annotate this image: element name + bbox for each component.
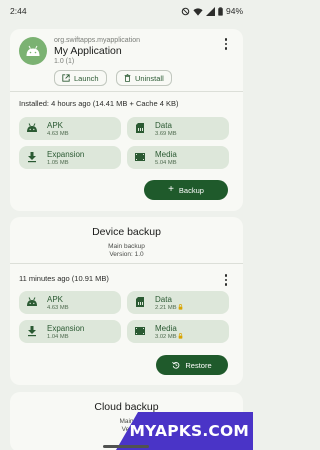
device-backup-version: Version: 1.0 (109, 251, 144, 258)
ring-icon (181, 7, 190, 15)
status-time: 2:44 (10, 6, 27, 16)
lock-icon (178, 304, 183, 310)
divider (10, 91, 243, 92)
tile-name: APK (47, 295, 64, 304)
expansion-tile[interactable]: Expansion 1.04 MB (19, 320, 121, 343)
installed-info: Installed: 4 hours ago (14.41 MB + Cache… (19, 99, 179, 108)
tile-size: 4.63 MB (47, 131, 69, 137)
media-tile[interactable]: Media 3.02 MB (127, 320, 229, 343)
tile-name: Data (155, 121, 172, 130)
app-more-menu-icon[interactable] (220, 37, 232, 51)
uninstall-button[interactable]: Uninstall (116, 70, 172, 86)
tile-size-row: 3.02 MB (155, 333, 183, 341)
wifi-icon (193, 7, 203, 16)
signal-icon (205, 6, 215, 16)
launch-button[interactable]: Launch (54, 70, 107, 86)
data-file-icon (136, 297, 144, 307)
download-icon (28, 326, 36, 337)
restore-label: Restore (185, 360, 212, 370)
tile-name: Data (155, 295, 172, 304)
status-bar: 2:44 94% (0, 0, 253, 22)
tile-name: Media (155, 150, 177, 159)
tile-size-row: 2.21 MB (155, 304, 183, 312)
tile-name: APK (47, 121, 64, 130)
device-backup-title: Device backup (92, 226, 161, 238)
tile-size: 2.21 MB (155, 305, 177, 311)
app-version: 1.0 (1) (54, 58, 75, 65)
data-file-icon (136, 123, 144, 133)
uninstall-label: Uninstall (135, 73, 164, 83)
restore-icon (172, 361, 180, 369)
divider (10, 263, 243, 264)
restore-button[interactable]: Restore (156, 355, 228, 375)
lock-icon (178, 333, 183, 339)
media-tile[interactable]: Media 5.04 MB (127, 146, 229, 169)
launch-icon (62, 74, 70, 82)
launch-label: Launch (74, 73, 99, 83)
tile-size: 4.63 MB (47, 305, 69, 311)
tile-size: 3.69 MB (155, 131, 177, 137)
tile-name: Expansion (47, 150, 85, 159)
cloud-backup-title: Cloud backup (94, 401, 159, 413)
tile-size: 1.05 MB (47, 160, 69, 166)
navigation-handle[interactable] (103, 445, 149, 448)
android-icon (27, 297, 37, 306)
download-icon (28, 152, 36, 163)
battery-icon (218, 6, 223, 16)
data-tile[interactable]: Data 3.69 MB (127, 117, 229, 140)
tile-size: 3.02 MB (155, 334, 177, 340)
tile-name: Media (155, 324, 177, 333)
app-name: My Application (54, 45, 122, 57)
app-card: org.swiftapps.myapplication My Applicati… (10, 29, 243, 211)
device-backup-info: 11 minutes ago (10.91 MB) (19, 274, 109, 283)
media-icon (135, 153, 145, 161)
status-icons: 94% (181, 6, 243, 16)
backup-label: Backup (178, 185, 204, 195)
device-backup-card: Device backup Main backup Version: 1.0 1… (10, 217, 243, 385)
plus-icon: + (168, 184, 174, 195)
apk-tile[interactable]: APK 4.63 MB (19, 117, 121, 140)
trash-icon (124, 74, 131, 82)
media-icon (135, 327, 145, 335)
backup-button[interactable]: + Backup (144, 180, 228, 200)
tile-size: 5.04 MB (155, 160, 177, 166)
expansion-tile[interactable]: Expansion 1.05 MB (19, 146, 121, 169)
battery-level: 94% (225, 6, 243, 16)
tile-size: 1.04 MB (47, 334, 69, 340)
apk-tile[interactable]: APK 4.63 MB (19, 291, 121, 314)
android-icon (27, 123, 37, 132)
android-icon (26, 45, 40, 56)
data-tile[interactable]: Data 2.21 MB (127, 291, 229, 314)
app-icon (19, 37, 47, 65)
package-name: org.swiftapps.myapplication (54, 37, 140, 44)
device-backup-subtitle: Main backup (108, 243, 145, 250)
tile-name: Expansion (47, 324, 85, 333)
backup-more-menu-icon[interactable] (220, 273, 232, 287)
